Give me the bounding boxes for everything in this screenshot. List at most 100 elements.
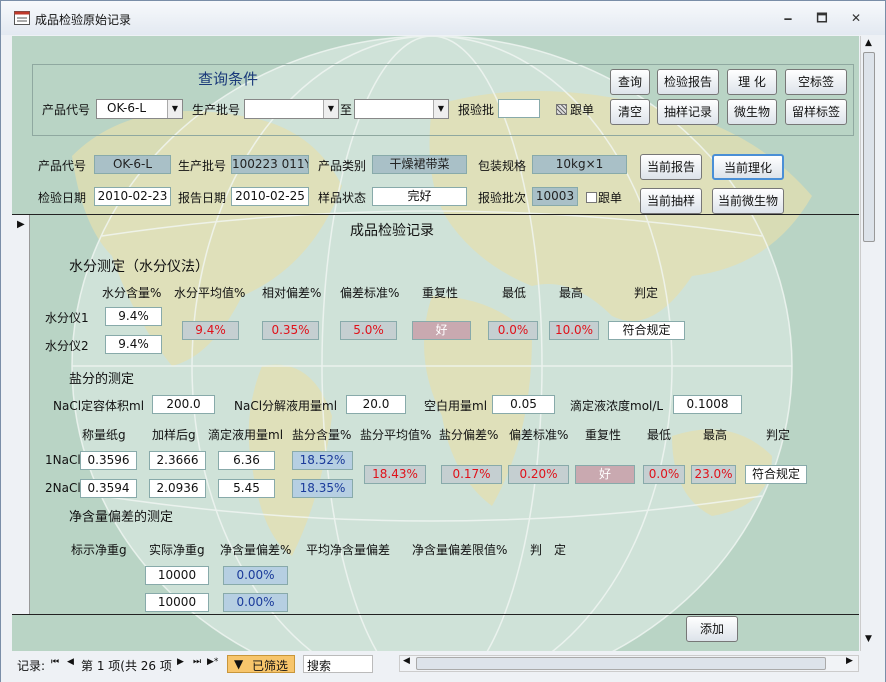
inspect-batch-label: 报验批: [458, 103, 495, 117]
salt-titr-2[interactable]: 5.45: [218, 479, 275, 498]
salt-repeat: 好: [575, 465, 635, 484]
net-col: 实际净重g: [149, 543, 205, 557]
salt-paper-1[interactable]: 0.3596: [80, 451, 137, 470]
follow-checkbox[interactable]: [556, 104, 567, 115]
salt-after-1[interactable]: 2.3666: [149, 451, 206, 470]
record-position[interactable]: 第 1 项(共 26 项: [81, 657, 172, 674]
inspect-date-field[interactable]: 2010-02-23: [94, 187, 171, 206]
blank-usage-field[interactable]: 0.05: [492, 395, 555, 414]
query-button[interactable]: 查询: [610, 69, 650, 95]
net-col: 判 定: [530, 543, 567, 557]
prev-record-icon[interactable]: ◀: [67, 657, 74, 667]
clear-button[interactable]: 清空: [610, 99, 650, 125]
moisture-value-2[interactable]: 9.4%: [105, 335, 162, 354]
current-physchem-button[interactable]: 当前理化: [712, 154, 784, 180]
next-record-icon[interactable]: ▶: [177, 657, 184, 667]
moisture-col: 最低: [502, 286, 527, 300]
search-input[interactable]: 搜索: [303, 655, 373, 673]
divider: [12, 614, 859, 615]
product-code-select[interactable]: OK-6-L ▼: [96, 99, 183, 119]
navigation-bar: 记录: ⏮ ◀ 第 1 项(共 26 项 ▶ ⏭ ▶* ▼ 已筛选 搜索 ◀ ▶: [1, 651, 885, 682]
salt-verdict: 符合规定: [745, 465, 807, 484]
chevron-down-icon[interactable]: ▼: [167, 100, 182, 118]
sampling-record-button[interactable]: 抽样记录: [657, 99, 719, 125]
sample-state-field[interactable]: 完好: [372, 187, 467, 206]
inspect-batch-input[interactable]: [498, 99, 540, 118]
net-col: 标示净重g: [71, 543, 127, 557]
scroll-left-icon[interactable]: ◀: [403, 656, 410, 666]
physchem-button[interactable]: 理 化: [727, 69, 777, 95]
retain-label-button[interactable]: 留样标签: [785, 99, 847, 125]
restore-button[interactable]: 🗖: [809, 9, 835, 27]
info-batch: 100223 011Y: [231, 155, 309, 174]
salt-titr-1[interactable]: 6.36: [218, 451, 275, 470]
nacl-volume-label: NaCl定容体积ml: [53, 399, 145, 413]
filter-label: 已筛选: [252, 659, 289, 673]
add-button[interactable]: 添加: [686, 616, 738, 642]
h-scroll-thumb[interactable]: [416, 657, 826, 670]
scroll-down-icon[interactable]: ▼: [865, 634, 872, 644]
vertical-scrollbar[interactable]: ▲ ▼: [860, 36, 877, 651]
nacl-dec-label: NaCl分解液用量ml: [234, 399, 338, 413]
salt-paper-2[interactable]: 0.3594: [80, 479, 137, 498]
record-label: 记录:: [17, 659, 46, 673]
current-microbe-button[interactable]: 当前微生物: [712, 188, 784, 214]
salt-avg: 18.43%: [364, 465, 426, 484]
info-product-code-label: 产品代号: [38, 159, 87, 173]
form-area: 查询条件 产品代号 OK-6-L ▼ 生产批号 ▼ 至 ▼ 报验批 跟单 查询 检…: [12, 36, 859, 651]
nacl-volume-field[interactable]: 200.0: [152, 395, 215, 414]
app-window: 成品检验原始记录 🗕 🗖 ✕ 查询条件 产品代号 OK-6-L ▼ 生产批号 ▼ …: [0, 0, 886, 682]
inspect-no-field: 10003: [532, 187, 578, 206]
record-selector[interactable]: ▶: [12, 215, 30, 615]
net-actual-2[interactable]: 10000: [145, 593, 209, 612]
funnel-icon: ▼: [234, 657, 244, 671]
salt-row-label: 2NaCl: [45, 481, 81, 495]
inspect-date-label: 检验日期: [38, 191, 87, 205]
moisture-col: 判定: [634, 286, 659, 300]
scroll-up-icon[interactable]: ▲: [865, 38, 872, 48]
filter-toggle[interactable]: ▼ 已筛选: [227, 655, 295, 673]
moisture-min: 0.0%: [488, 321, 538, 340]
titrant-conc-field[interactable]: 0.1008: [673, 395, 742, 414]
report-date-field[interactable]: 2010-02-25: [231, 187, 309, 206]
info-product-code: OK-6-L: [94, 155, 171, 174]
salt-after-2[interactable]: 2.0936: [149, 479, 206, 498]
record-heading: 成品检验记录: [350, 223, 434, 239]
salt-row-label: 1NaCl: [45, 453, 81, 467]
moisture-row-label: 水分仪2: [45, 339, 89, 353]
nacl-dec-field[interactable]: 20.0: [346, 395, 406, 414]
current-sampling-button[interactable]: 当前抽样: [640, 188, 702, 214]
moisture-value-1[interactable]: 9.4%: [105, 307, 162, 326]
batch-from-select[interactable]: ▼: [244, 99, 339, 119]
inspection-report-button[interactable]: 检验报告: [657, 69, 719, 95]
salt-std: 0.20%: [508, 465, 569, 484]
chevron-down-icon[interactable]: ▼: [433, 100, 448, 118]
chevron-down-icon[interactable]: ▼: [323, 100, 338, 118]
salt-col: 盐分平均值%: [360, 428, 432, 442]
last-record-icon[interactable]: ⏭: [193, 657, 201, 667]
net-col: 平均净含量偏差: [306, 543, 391, 557]
moisture-col: 相对偏差%: [262, 286, 322, 300]
net-actual-1[interactable]: 10000: [145, 566, 209, 585]
net-col: 净含量偏差限值%: [412, 543, 508, 557]
microbe-button[interactable]: 微生物: [727, 99, 777, 125]
moisture-avg: 9.4%: [182, 321, 239, 340]
window-title: 成品检验原始记录: [35, 13, 132, 27]
first-record-icon[interactable]: ⏮: [51, 657, 59, 667]
scroll-thumb[interactable]: [863, 52, 875, 242]
info-follow-checkbox[interactable]: [586, 192, 597, 203]
info-category-label: 产品类别: [318, 159, 367, 173]
current-report-button[interactable]: 当前报告: [640, 154, 702, 180]
follow-label: 跟单: [570, 103, 595, 117]
blank-label-button[interactable]: 空标签: [785, 69, 847, 95]
close-button[interactable]: ✕: [843, 9, 869, 27]
new-record-icon[interactable]: ▶*: [207, 657, 218, 667]
current-record-icon: ▶: [17, 219, 25, 230]
horizontal-scrollbar[interactable]: ◀ ▶: [399, 655, 859, 672]
minimize-button[interactable]: 🗕: [775, 9, 801, 27]
moisture-verdict: 符合规定: [608, 321, 685, 340]
scroll-right-icon[interactable]: ▶: [846, 656, 853, 666]
batch-to-select[interactable]: ▼: [354, 99, 449, 119]
net-col: 净含量偏差%: [220, 543, 292, 557]
blank-usage-label: 空白用量ml: [424, 399, 488, 413]
